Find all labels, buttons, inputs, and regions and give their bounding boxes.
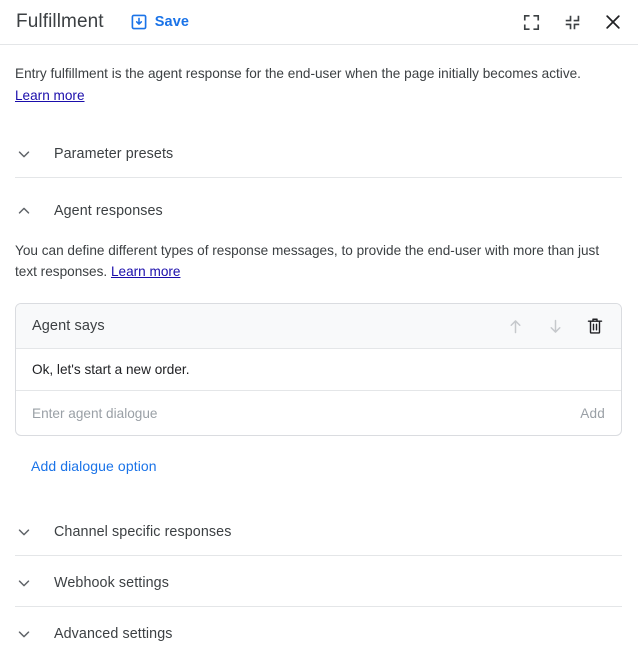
arrow-down-icon	[546, 317, 565, 336]
header-actions	[520, 11, 624, 33]
agent-message-text: Ok, let's start a new order.	[32, 362, 189, 377]
intro-learn-more-link[interactable]: Learn more	[15, 85, 85, 106]
panel-header: Fulfillment Save	[0, 0, 638, 45]
delete-response-button[interactable]	[584, 315, 606, 337]
section-header-parameter-presets[interactable]: Parameter presets	[0, 131, 638, 177]
fullscreen-collapse-button[interactable]	[561, 11, 583, 33]
divider-after-channel-specific-responses	[15, 555, 622, 556]
fullscreen-collapse-icon	[563, 13, 582, 32]
chevron-up-icon	[14, 201, 34, 221]
add-dialogue-option-link[interactable]: Add dialogue option	[31, 458, 157, 474]
agent-says-card-header: Agent says	[16, 304, 621, 349]
agent-responses-learn-more-link[interactable]: Learn more	[111, 264, 181, 279]
agent-dialogue-input-row: Add	[16, 391, 621, 435]
agent-responses-body: You can define different types of respon…	[0, 234, 638, 509]
intro-text: Entry fulfillment is the agent response …	[15, 66, 581, 81]
chevron-down-icon	[14, 144, 34, 164]
divider-after-parameter-presets	[15, 177, 622, 178]
save-button[interactable]: Save	[130, 13, 189, 31]
section-header-agent-responses[interactable]: Agent responses	[0, 188, 638, 234]
chevron-down-icon	[14, 624, 34, 644]
intro-description: Entry fulfillment is the agent response …	[0, 45, 638, 106]
fullscreen-expand-icon	[522, 13, 541, 32]
agent-says-card-title: Agent says	[32, 318, 105, 334]
section-label-agent-responses: Agent responses	[54, 203, 163, 219]
agent-responses-description: You can define different types of respon…	[15, 234, 622, 282]
save-icon	[130, 13, 148, 31]
section-header-channel-specific-responses[interactable]: Channel specific responses	[0, 509, 638, 555]
agent-responses-description-text: You can define different types of respon…	[15, 243, 599, 279]
fullscreen-expand-button[interactable]	[520, 11, 542, 33]
page-title: Fulfillment	[16, 10, 104, 34]
close-icon	[603, 12, 623, 32]
section-header-webhook-settings[interactable]: Webhook settings	[0, 560, 638, 606]
section-label-advanced-settings: Advanced settings	[54, 626, 173, 642]
close-button[interactable]	[602, 11, 624, 33]
divider-after-webhook-settings	[15, 606, 622, 607]
save-button-label: Save	[155, 14, 189, 30]
section-header-advanced-settings[interactable]: Advanced settings	[0, 611, 638, 651]
move-down-button[interactable]	[544, 315, 566, 337]
agent-says-card-actions	[504, 315, 606, 337]
chevron-down-icon	[14, 573, 34, 593]
arrow-up-icon	[506, 317, 525, 336]
section-label-channel-specific-responses: Channel specific responses	[54, 524, 231, 540]
fulfillment-panel: Fulfillment Save	[0, 0, 638, 651]
agent-responses-bottom-spacer	[15, 476, 622, 509]
chevron-down-icon	[14, 522, 34, 542]
section-label-parameter-presets: Parameter presets	[54, 146, 173, 162]
move-up-button[interactable]	[504, 315, 526, 337]
agent-message-row: Ok, let's start a new order.	[16, 349, 621, 391]
section-label-webhook-settings: Webhook settings	[54, 575, 169, 591]
trash-icon	[585, 316, 605, 336]
add-dialogue-button[interactable]: Add	[580, 406, 605, 421]
agent-dialogue-input[interactable]	[32, 406, 580, 421]
agent-says-card: Agent says	[15, 303, 622, 436]
